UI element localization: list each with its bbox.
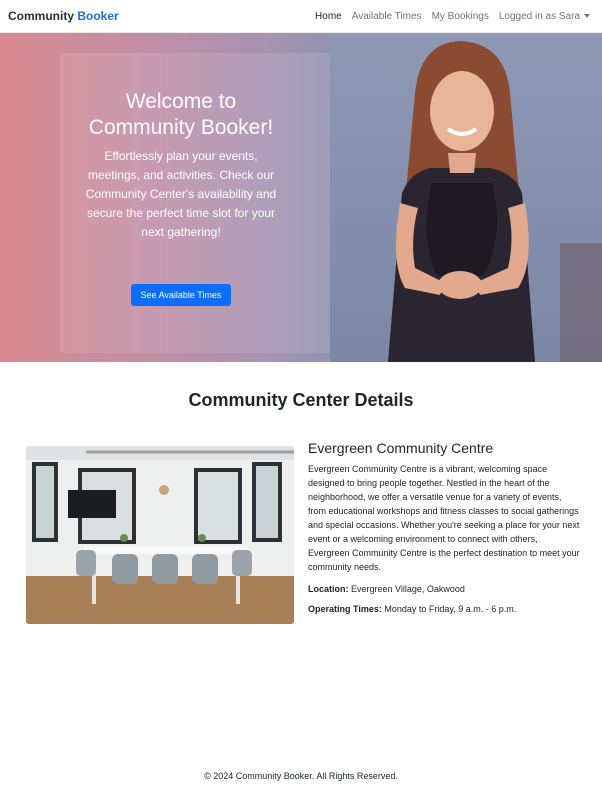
nav-links: Home Available Times My Bookings Logged … xyxy=(315,11,590,22)
center-location: Location: Evergreen Village, Oakwood xyxy=(308,584,580,594)
center-hours: Operating Times: Monday to Friday, 9 a.m… xyxy=(308,604,580,614)
nav-available-times[interactable]: Available Times xyxy=(352,11,422,22)
meeting-room-image xyxy=(26,446,294,624)
brand-text-booker: Booker xyxy=(77,9,119,23)
brand-text-community: Community xyxy=(8,9,74,23)
community-center-image xyxy=(26,446,294,624)
hero-banner: Welcome to Community Booker! Effortlessl… xyxy=(0,33,602,362)
hero-title: Welcome to Community Booker! xyxy=(88,90,274,139)
location-value: Evergreen Village, Oakwood xyxy=(351,584,465,594)
hero-person-image xyxy=(388,41,535,362)
hero-text: Welcome to Community Booker! Effortlessl… xyxy=(80,89,282,242)
hero-subtitle: Effortlessly plan your events, meetings,… xyxy=(85,149,277,239)
navbar: Community Booker Home Available Times My… xyxy=(0,0,602,33)
hero-background-shelf xyxy=(560,243,602,362)
location-label: Location: xyxy=(308,584,349,594)
user-menu-label: Logged in as Sara xyxy=(498,11,580,22)
center-details: Evergreen Community Centre Evergreen Com… xyxy=(308,440,580,614)
footer: © 2024 Community Booker. All Rights Rese… xyxy=(204,771,398,781)
user-menu-dropdown[interactable]: Logged in as Sara xyxy=(499,11,590,22)
chevron-down-icon xyxy=(584,14,590,18)
see-available-times-button[interactable]: See Available Times xyxy=(131,284,231,306)
center-description: Evergreen Community Centre is a vibrant,… xyxy=(308,464,580,572)
hours-value: Monday to Friday, 9 a.m. - 6 p.m. xyxy=(384,604,517,614)
hours-label: Operating Times: xyxy=(308,604,382,614)
section-title: Community Center Details xyxy=(188,390,414,410)
center-name: Evergreen Community Centre xyxy=(308,440,494,456)
brand-logo[interactable]: Community Booker xyxy=(8,9,119,23)
nav-my-bookings[interactable]: My Bookings xyxy=(432,11,489,22)
nav-home[interactable]: Home xyxy=(315,11,342,22)
